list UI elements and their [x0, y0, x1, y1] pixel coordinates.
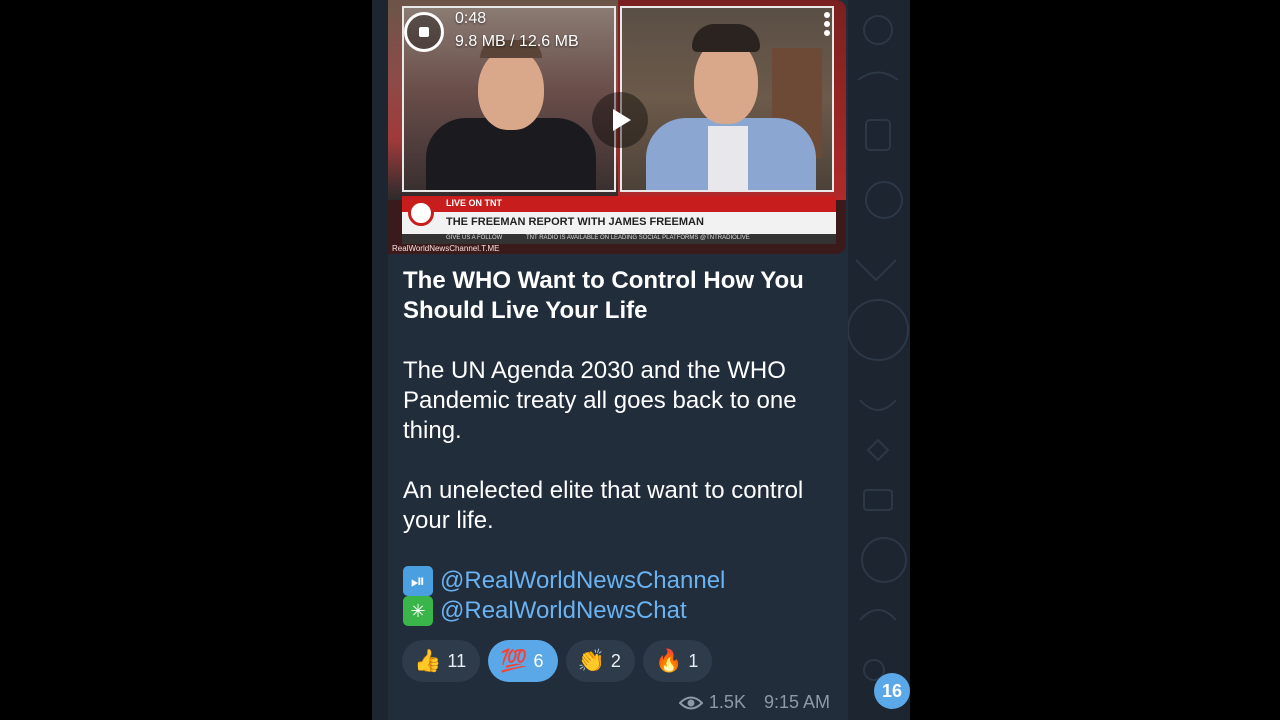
- stop-icon: [419, 27, 429, 37]
- cancel-download-button[interactable]: [404, 12, 444, 52]
- reaction-count: 2: [610, 650, 621, 671]
- ticker-right: TNT RADIO IS AVAILABLE ON LEADING SOCIAL…: [526, 235, 750, 241]
- eye-icon: [678, 696, 703, 709]
- asterisk-icon: ✳: [403, 596, 433, 626]
- video-player[interactable]: LIVE ON TNT THE FREEMAN REPORT WITH JAME…: [388, 0, 846, 254]
- reaction-clapping[interactable]: 👏 2: [565, 640, 635, 682]
- thumbs-up-icon: 👍: [414, 648, 442, 674]
- post-links: ⏯ @RealWorldNewsChannel ✳ @RealWorldNews…: [403, 566, 843, 626]
- reaction-thumbs-up[interactable]: 👍 11: [402, 640, 481, 682]
- message-time: 9:15 AM: [763, 692, 830, 712]
- channel-link[interactable]: @RealWorldNewsChannel: [440, 566, 725, 596]
- reaction-count: 6: [533, 650, 544, 671]
- play-icon: [613, 109, 631, 131]
- more-options-icon[interactable]: [822, 12, 832, 42]
- chat-link[interactable]: @RealWorldNewsChat: [440, 596, 687, 626]
- hundred-points-icon: 💯: [500, 648, 528, 674]
- live-label: LIVE ON TNT: [446, 198, 502, 208]
- reactions-bar: 👍 11 💯 6 👏 2 🔥 1: [402, 640, 713, 682]
- broadcast-lower-third: LIVE ON TNT THE FREEMAN REPORT WITH JAME…: [402, 196, 836, 250]
- chat-background-doodles: [848, 15, 909, 681]
- reaction-fire[interactable]: 🔥 1: [642, 640, 713, 682]
- clapping-hands-icon: 👏: [577, 648, 605, 674]
- unread-count-badge[interactable]: 16: [874, 673, 910, 709]
- fire-icon: 🔥: [654, 648, 683, 674]
- channel-watermark: RealWorldNewsChannel.T.ME: [392, 244, 500, 253]
- post-title: The WHO Want to Control How You Should L…: [403, 267, 804, 324]
- reaction-count: 11: [447, 650, 467, 671]
- show-title: THE FREEMAN REPORT WITH JAMES FREEMAN: [446, 216, 704, 228]
- message-text: The WHO Want to Control How You Should L…: [403, 266, 843, 626]
- download-progress: 9.8 MB / 12.6 MB: [455, 33, 579, 50]
- post-paragraph-2: An unelected elite that want to control …: [403, 477, 804, 534]
- view-count: 1.5K: [708, 692, 746, 712]
- post-paragraph-1: The UN Agenda 2030 and the WHO Pandemic …: [403, 357, 797, 444]
- tnt-logo: [408, 200, 434, 226]
- reaction-count: 1: [688, 650, 699, 671]
- play-button[interactable]: [592, 92, 648, 148]
- chat-screen: LIVE ON TNT THE FREEMAN REPORT WITH JAME…: [372, 0, 910, 720]
- play-pause-icon: ⏯: [403, 566, 433, 596]
- message-bubble[interactable]: LIVE ON TNT THE FREEMAN REPORT WITH JAME…: [388, 0, 848, 720]
- link-row-channel: ⏯ @RealWorldNewsChannel: [403, 566, 843, 596]
- ticker-left: GIVE US A FOLLOW: [446, 235, 503, 241]
- link-row-chat: ✳ @RealWorldNewsChat: [403, 596, 843, 626]
- reaction-hundred-points[interactable]: 💯 6: [488, 640, 558, 682]
- video-duration: 0:48: [455, 10, 487, 27]
- video-frame-guest: [620, 6, 834, 192]
- message-meta: 1.5K 9:15 AM: [678, 692, 830, 713]
